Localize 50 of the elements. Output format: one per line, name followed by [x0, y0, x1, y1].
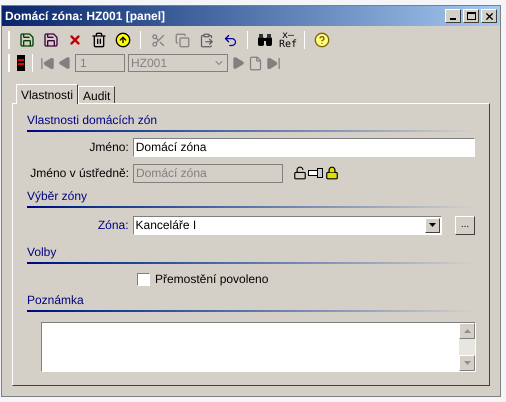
tab[interactable]: Vlastnosti	[16, 84, 78, 104]
scroll-down-button[interactable]	[459, 355, 475, 371]
save-icon	[43, 32, 59, 48]
note-field[interactable]	[41, 322, 476, 372]
record-list-icon	[17, 55, 25, 71]
copy-icon	[174, 32, 190, 48]
scissors-icon	[150, 32, 166, 48]
delete-icon	[68, 33, 82, 47]
maximize-icon	[466, 12, 476, 20]
window-title: Domácí zóna: HZ001 [panel]	[5, 8, 166, 25]
checkbox[interactable]	[137, 272, 150, 286]
reference-button[interactable]: x– Ref	[278, 29, 298, 51]
next-record-icon[interactable]	[231, 56, 245, 70]
save-icon	[19, 32, 35, 48]
clipboard-icon	[198, 32, 214, 48]
maximize-button[interactable]	[463, 9, 479, 23]
connector-icon	[308, 168, 324, 178]
close-button[interactable]	[481, 9, 497, 23]
section-title: Poznámka	[27, 292, 85, 308]
field-label: Jméno:	[88, 139, 130, 156]
caret-icon	[464, 361, 470, 365]
first-record-icon[interactable]	[40, 56, 55, 70]
binoculars-icon	[257, 33, 273, 47]
caret-icon	[429, 223, 436, 227]
minimize-button[interactable]	[445, 9, 461, 23]
undo-icon	[222, 32, 238, 48]
help-icon	[314, 32, 330, 48]
new-record-icon[interactable]	[248, 56, 263, 70]
minimize-icon	[450, 18, 456, 20]
checkbox-label: Přemostění povoleno	[155, 271, 268, 288]
scrollbar[interactable]	[459, 323, 475, 371]
tab[interactable]: Audit	[78, 86, 116, 103]
section-title: Volby	[27, 244, 58, 260]
arrow-up-circle-icon	[115, 32, 131, 48]
zone-select[interactable]: Kanceláře I	[132, 216, 442, 234]
caret-icon	[464, 329, 470, 333]
name-field[interactable]: Domácí zóna	[132, 138, 475, 156]
close-icon	[484, 10, 494, 22]
section-title: Výběr zóny	[27, 188, 88, 204]
last-record-icon[interactable]	[266, 56, 281, 70]
field-label: Zóna:	[96, 217, 130, 234]
previous-record-icon[interactable]	[58, 56, 72, 70]
unlocked-icon[interactable]	[293, 166, 307, 180]
dropdown-button[interactable]	[425, 218, 440, 232]
section-title: Vlastnosti domácích zón	[27, 112, 158, 128]
lock-icon[interactable]	[325, 166, 339, 180]
scroll-up-button[interactable]	[459, 323, 475, 339]
field-label: Jméno v ústředně:	[29, 165, 130, 182]
browse-button[interactable]: ...	[455, 216, 476, 234]
trash-icon	[91, 32, 107, 48]
